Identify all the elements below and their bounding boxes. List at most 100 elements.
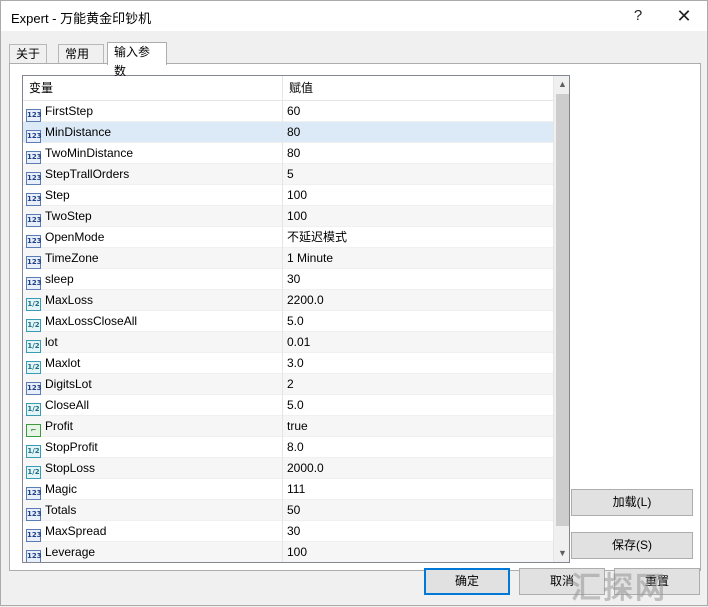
- int-type-icon: 123: [26, 172, 42, 185]
- table-row[interactable]: 123 MaxSpread 30: [23, 521, 553, 542]
- save-button[interactable]: 保存(S): [571, 532, 693, 559]
- table-row[interactable]: ⌐ Profit true: [23, 416, 553, 437]
- value-cell[interactable]: 3.0: [283, 353, 553, 374]
- value-cell[interactable]: 不延迟模式: [283, 227, 553, 248]
- table-row[interactable]: 123 Magic 111: [23, 479, 553, 500]
- variable-cell[interactable]: 1/2 Maxlot: [23, 353, 283, 374]
- value-cell[interactable]: 5.0: [283, 395, 553, 416]
- table-row[interactable]: 123 TwoStep 100: [23, 206, 553, 227]
- variable-name: Totals: [45, 503, 77, 517]
- value-cell[interactable]: 30: [283, 269, 553, 290]
- variable-cell[interactable]: 123 sleep: [23, 269, 283, 290]
- double-type-icon: 1/2: [26, 361, 41, 374]
- variable-cell[interactable]: ⌐ Profit: [23, 416, 283, 437]
- value-cell[interactable]: 100: [283, 185, 553, 206]
- table-row[interactable]: 1/2 Maxlot 3.0: [23, 353, 553, 374]
- help-button[interactable]: ?: [623, 5, 653, 27]
- table-row[interactable]: 1/2 StopLoss 2000.0: [23, 458, 553, 479]
- grid-header: 变量 赋值: [23, 76, 553, 101]
- watermark-logo: 汇探网: [571, 571, 667, 606]
- table-row[interactable]: 123 Step 100: [23, 185, 553, 206]
- variable-cell[interactable]: 123 Totals: [23, 500, 283, 521]
- tab-about[interactable]: 关于: [9, 44, 47, 64]
- table-row[interactable]: 1/2 CloseAll 5.0: [23, 395, 553, 416]
- value-cell[interactable]: 2: [283, 374, 553, 395]
- column-header-variable[interactable]: 变量: [23, 76, 283, 101]
- variable-name: DigitsLot: [45, 377, 92, 391]
- value-cell[interactable]: 5: [283, 164, 553, 185]
- value-cell[interactable]: 80: [283, 143, 553, 164]
- scroll-thumb[interactable]: [556, 94, 569, 526]
- variable-cell[interactable]: 123 MaxSpread: [23, 521, 283, 542]
- value-cell[interactable]: true: [283, 416, 553, 437]
- tab-inputs[interactable]: 输入参数: [107, 42, 167, 78]
- title-bar: Expert - 万能黄金印钞机 ? ✕: [1, 1, 707, 31]
- variable-cell[interactable]: 123 OpenMode: [23, 227, 283, 248]
- variable-cell[interactable]: 1/2 lot: [23, 332, 283, 353]
- variable-cell[interactable]: 123 Magic: [23, 479, 283, 500]
- table-row[interactable]: 1/2 lot 0.01: [23, 332, 553, 353]
- variable-name: TwoStep: [45, 209, 92, 223]
- variable-cell[interactable]: 123 StepTrallOrders: [23, 164, 283, 185]
- variable-cell[interactable]: 1/2 CloseAll: [23, 395, 283, 416]
- variable-name: TimeZone: [45, 251, 99, 265]
- table-row[interactable]: 123 MinDistance 80: [23, 122, 553, 143]
- scroll-up-arrow-icon[interactable]: ▲: [554, 76, 569, 93]
- table-row[interactable]: 123 StepTrallOrders 5: [23, 164, 553, 185]
- variable-cell[interactable]: 123 TimeZone: [23, 248, 283, 269]
- table-row[interactable]: 1/2 MaxLoss 2200.0: [23, 290, 553, 311]
- table-row[interactable]: 123 sleep 30: [23, 269, 553, 290]
- variable-name: StopLoss: [45, 461, 96, 475]
- variable-cell[interactable]: 123 DigitsLot: [23, 374, 283, 395]
- variable-cell[interactable]: 123 Leverage: [23, 542, 283, 562]
- value-cell[interactable]: 80: [283, 122, 553, 143]
- table-row[interactable]: 123 Totals 50: [23, 500, 553, 521]
- double-type-icon: 1/2: [26, 340, 41, 353]
- int-type-icon: 123: [26, 550, 42, 562]
- value-cell[interactable]: 0.01: [283, 332, 553, 353]
- variable-cell[interactable]: 1/2 StopLoss: [23, 458, 283, 479]
- variable-cell[interactable]: 123 MinDistance: [23, 122, 283, 143]
- variable-cell[interactable]: 1/2 StopProfit: [23, 437, 283, 458]
- table-row[interactable]: 1/2 StopProfit 8.0: [23, 437, 553, 458]
- table-row[interactable]: 123 Leverage 100: [23, 542, 553, 562]
- table-row[interactable]: 1/2 MaxLossCloseAll 5.0: [23, 311, 553, 332]
- value-cell[interactable]: 5.0: [283, 311, 553, 332]
- value-cell[interactable]: 1 Minute: [283, 248, 553, 269]
- int-type-icon: 123: [26, 382, 42, 395]
- load-button[interactable]: 加载(L): [571, 489, 693, 516]
- value-cell[interactable]: 50: [283, 500, 553, 521]
- variable-cell[interactable]: 1/2 MaxLoss: [23, 290, 283, 311]
- value-cell[interactable]: 30: [283, 521, 553, 542]
- value-cell[interactable]: 111: [283, 479, 553, 500]
- ok-button[interactable]: 确定: [424, 568, 510, 595]
- variable-name: CloseAll: [45, 398, 90, 412]
- variable-cell[interactable]: 123 TwoMinDistance: [23, 143, 283, 164]
- variable-cell[interactable]: 1/2 MaxLossCloseAll: [23, 311, 283, 332]
- column-header-value[interactable]: 赋值: [283, 76, 553, 101]
- variable-cell[interactable]: 123 Step: [23, 185, 283, 206]
- table-row[interactable]: 123 TimeZone 1 Minute: [23, 248, 553, 269]
- value-cell[interactable]: 2200.0: [283, 290, 553, 311]
- table-row[interactable]: 123 TwoMinDistance 80: [23, 143, 553, 164]
- value-cell[interactable]: 100: [283, 542, 553, 562]
- tab-common[interactable]: 常用: [58, 44, 104, 64]
- value-cell[interactable]: 60: [283, 101, 553, 122]
- vertical-scrollbar[interactable]: ▲ ▼: [553, 76, 569, 562]
- int-type-icon: 123: [26, 256, 42, 269]
- int-type-icon: 123: [26, 130, 42, 143]
- scroll-down-arrow-icon[interactable]: ▼: [554, 545, 569, 562]
- variable-cell[interactable]: 123 FirstStep: [23, 101, 283, 122]
- close-button[interactable]: ✕: [669, 5, 699, 27]
- variable-cell[interactable]: 123 TwoStep: [23, 206, 283, 227]
- value-cell[interactable]: 8.0: [283, 437, 553, 458]
- variable-name: sleep: [45, 272, 74, 286]
- table-row[interactable]: 123 OpenMode 不延迟模式: [23, 227, 553, 248]
- variable-name: MaxSpread: [45, 524, 107, 538]
- table-row[interactable]: 123 FirstStep 60: [23, 101, 553, 122]
- double-type-icon: 1/2: [26, 319, 41, 332]
- bool-type-icon: ⌐: [26, 424, 41, 437]
- value-cell[interactable]: 100: [283, 206, 553, 227]
- value-cell[interactable]: 2000.0: [283, 458, 553, 479]
- table-row[interactable]: 123 DigitsLot 2: [23, 374, 553, 395]
